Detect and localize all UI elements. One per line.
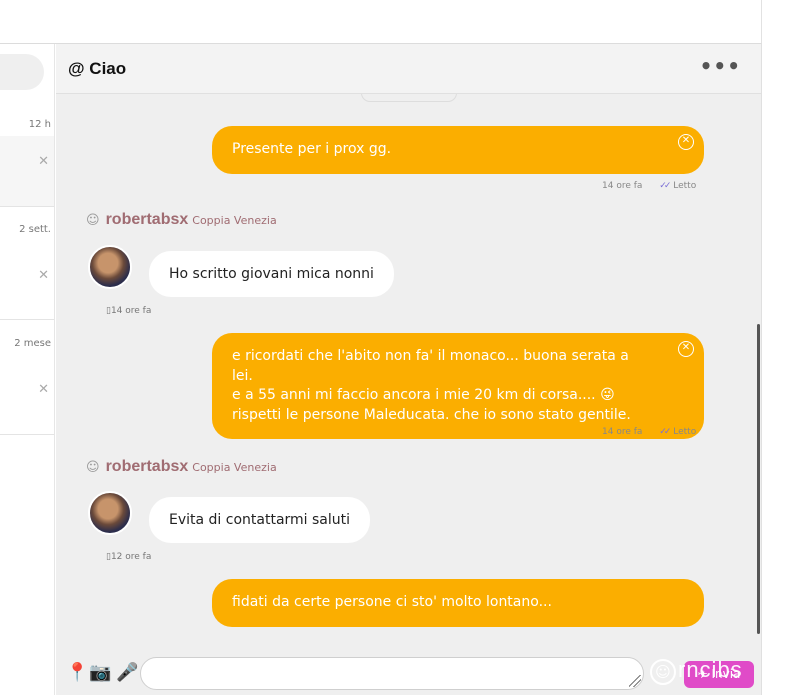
user-icon: ☺ (86, 460, 100, 475)
message-time: ▯14 ore fa (106, 306, 152, 316)
message-input[interactable] (140, 657, 644, 690)
sender-name[interactable]: robertabsx (106, 458, 189, 475)
message-text: Ho scritto giovani mica nonni (169, 266, 374, 282)
outgoing-message: fidati da certe persone ci sto' molto lo… (212, 579, 704, 627)
double-check-icon: ✓✓ (659, 427, 671, 437)
message-time: 14 ore fa (602, 427, 643, 437)
winking-tongue-emoji: 😜 (600, 387, 615, 403)
composer: 📍 📷 🎤 ✈ Invia ☺ rncibs (56, 649, 761, 695)
resize-grip-icon[interactable] (629, 675, 641, 687)
message-time: 14 ore fa (602, 181, 643, 191)
emoji-icon[interactable]: ☺ (650, 659, 676, 685)
message-text: rispetti le persone Maleducata. che io s… (232, 406, 631, 423)
delete-conversation-icon[interactable]: ✕ (38, 268, 49, 283)
incoming-message: Evita di contattarmi saluti (149, 497, 371, 543)
delete-conversation-icon[interactable]: ✕ (38, 154, 49, 169)
chat-header: @ Ciao ••• (56, 44, 761, 94)
outgoing-message: e ricordati che l'abito non fa' il monac… (212, 333, 704, 439)
location-pin-icon[interactable]: 📍 (66, 662, 88, 683)
avatar[interactable] (88, 245, 132, 289)
read-status: Letto (673, 181, 697, 191)
message-text: e ricordati che l'abito non fa' il monac… (232, 348, 629, 384)
conversation-time: 2 mese (14, 338, 51, 349)
conversation-time: 2 sett. (19, 224, 51, 235)
scrollbar[interactable] (757, 324, 760, 634)
sender-line: ☺ robertabsx Coppia Venezia (86, 457, 277, 476)
outgoing-message: Presente per i prox gg. ✕ (212, 126, 704, 174)
user-icon: ☺ (86, 213, 100, 228)
load-more-button[interactable] (361, 94, 457, 102)
incoming-message: Ho scritto giovani mica nonni (149, 251, 394, 297)
top-bar (0, 0, 762, 44)
message-time: ▯12 ore fa (106, 552, 152, 562)
delete-conversation-icon[interactable]: ✕ (38, 382, 49, 397)
message-list: Presente per i prox gg. ✕ 14 ore fa ✓✓ L… (56, 94, 761, 649)
delete-message-icon[interactable]: ✕ (678, 134, 694, 150)
camera-icon[interactable]: 📷 (89, 662, 111, 683)
sender-line: ☺ robertabsx Coppia Venezia (86, 210, 277, 229)
conversation-time: 12 h (28, 119, 51, 130)
avatar[interactable] (88, 491, 132, 535)
divider (0, 319, 54, 320)
conversation-list: 12 h ✕ 2 sett. ✕ 2 mese ✕ (0, 44, 55, 695)
double-check-icon: ✓✓ (659, 181, 671, 191)
message-text: fidati da certe persone ci sto' molto lo… (232, 594, 552, 610)
divider (0, 206, 54, 207)
sender-location: Coppia Venezia (192, 214, 277, 227)
message-meta: 14 ore fa ✓✓ Letto (602, 427, 696, 437)
search-input[interactable] (0, 54, 44, 90)
message-text: Presente per i prox gg. (232, 141, 392, 157)
delete-message-icon[interactable]: ✕ (678, 341, 694, 357)
message-text: Evita di contattarmi saluti (169, 512, 351, 528)
read-status: Letto (673, 427, 697, 437)
chat-panel: @ Ciao ••• Presente per i prox gg. ✕ 14 … (56, 44, 762, 695)
more-dots-icon[interactable]: ••• (700, 54, 741, 78)
conversation-item-1[interactable] (0, 136, 54, 206)
sender-name[interactable]: robertabsx (106, 211, 189, 228)
sender-location: Coppia Venezia (192, 461, 277, 474)
microphone-icon[interactable]: 🎤 (116, 662, 138, 683)
message-meta: 14 ore fa ✓✓ Letto (602, 181, 696, 191)
chat-title: @ Ciao (68, 59, 127, 78)
message-text: e a 55 anni mi faccio ancora i mie 20 km… (232, 387, 596, 403)
divider (0, 434, 54, 435)
overlay-watermark-text: rncibs (678, 657, 743, 682)
